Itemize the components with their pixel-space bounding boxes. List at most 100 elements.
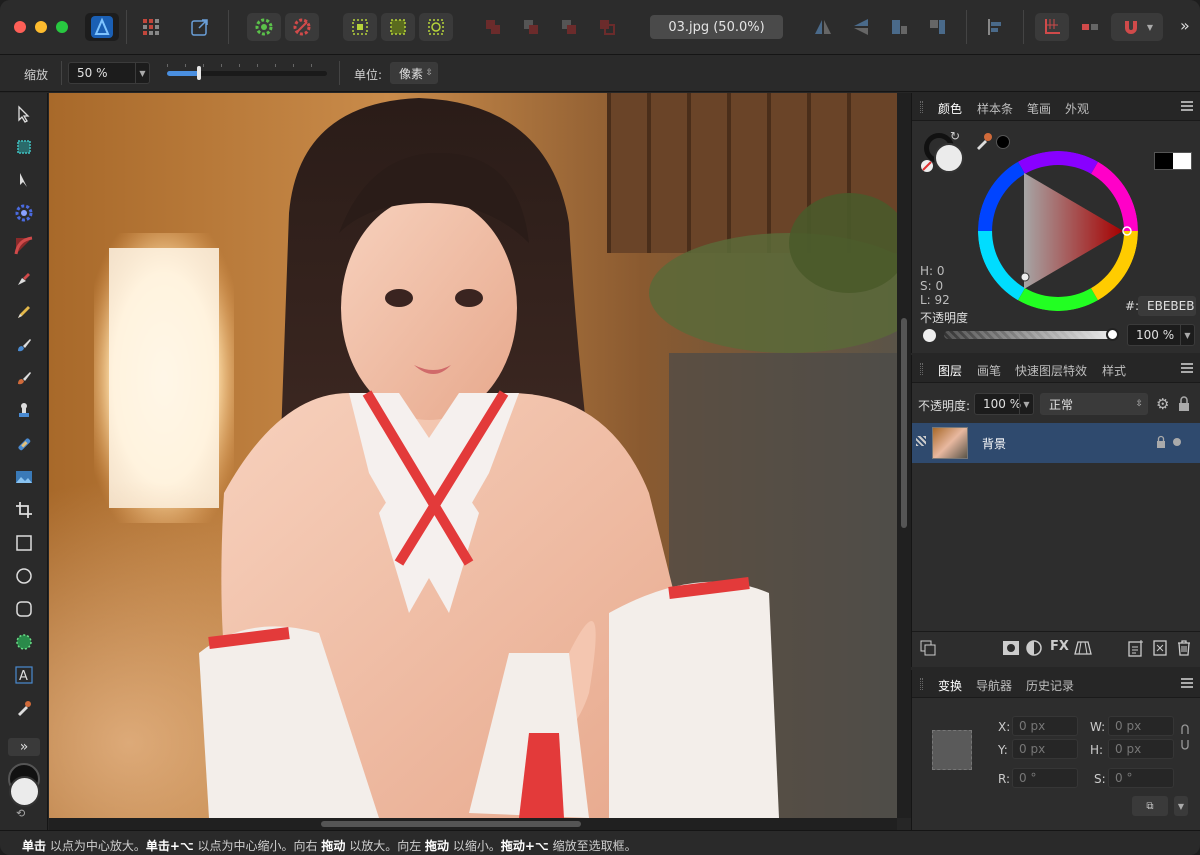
group-layer-icon[interactable] xyxy=(1152,639,1168,657)
color-picker-tool[interactable] xyxy=(10,694,38,722)
opacity-slider[interactable] xyxy=(944,331,1112,339)
mask-icon[interactable] xyxy=(1002,640,1020,656)
layer-visible-dot[interactable] xyxy=(1173,438,1181,446)
photo-persona-button[interactable] xyxy=(85,13,119,41)
opacity-slider-handle[interactable] xyxy=(1106,328,1119,341)
x-field[interactable]: 0 px xyxy=(1012,716,1078,736)
layer-name[interactable]: 背景 xyxy=(982,435,1006,452)
ellipse-tool[interactable] xyxy=(10,562,38,590)
eyedropper-icon[interactable] xyxy=(974,131,994,151)
chevron-down-icon[interactable]: ▼ xyxy=(1174,796,1188,816)
panel-menu-icon[interactable] xyxy=(1181,363,1193,373)
tab-brushes[interactable]: 画笔 xyxy=(977,362,1001,379)
retouch-tool[interactable] xyxy=(10,430,38,458)
tab-stroke[interactable]: 笔画 xyxy=(1027,100,1051,117)
chevron-down-icon[interactable]: ▼ xyxy=(135,63,149,83)
magnet-button[interactable]: ▼ xyxy=(1111,13,1163,41)
snapping-button[interactable] xyxy=(1035,13,1069,41)
image-tool[interactable] xyxy=(10,463,38,491)
minimize-window-button[interactable] xyxy=(35,21,47,33)
document-canvas[interactable] xyxy=(49,93,897,818)
swap-colors-icon[interactable]: ⟲ xyxy=(16,807,25,820)
snapping-options-button[interactable] xyxy=(1073,13,1107,41)
layer-opacity-field[interactable]: 100 % ▼ xyxy=(974,393,1034,415)
rectangle-tool[interactable] xyxy=(10,529,38,557)
select-all-button[interactable] xyxy=(343,13,377,41)
expand-tools-button[interactable]: » xyxy=(8,738,40,756)
tab-swatches[interactable]: 样本条 xyxy=(977,100,1013,117)
trash-icon[interactable] xyxy=(1176,639,1192,657)
flip-vertical-button[interactable] xyxy=(844,13,878,41)
develop-button[interactable] xyxy=(247,13,281,41)
clone-tool[interactable] xyxy=(10,397,38,425)
rotate-right-button[interactable] xyxy=(920,13,954,41)
transform-origin-button[interactable]: ⧉ xyxy=(1132,796,1168,816)
color-replacement-tool[interactable] xyxy=(10,364,38,392)
pencil-tool[interactable] xyxy=(10,298,38,326)
paint-brush-tool[interactable] xyxy=(10,331,38,359)
pen-tool[interactable] xyxy=(10,265,38,293)
tab-styles[interactable]: 样式 xyxy=(1102,362,1126,379)
selection-brush-tool[interactable] xyxy=(10,628,38,656)
layer-lock-icon[interactable] xyxy=(1156,435,1166,449)
overflow-button[interactable]: » xyxy=(1180,16,1190,35)
link-aspect-icon[interactable] xyxy=(1180,724,1190,750)
swap-icon[interactable]: ↻ xyxy=(950,129,960,143)
no-color-icon[interactable] xyxy=(920,159,934,173)
chevron-down-icon[interactable]: ▼ xyxy=(1019,394,1033,414)
artboard-tool[interactable] xyxy=(10,133,38,161)
live-filter-icon[interactable] xyxy=(1074,640,1092,656)
shear-field[interactable]: 0 ° xyxy=(1108,768,1174,788)
tab-appearance[interactable]: 外观 xyxy=(1065,100,1089,117)
zoom-field[interactable]: 50 % ▼ xyxy=(68,62,150,84)
document-title[interactable]: 03.jpg (50.0%) xyxy=(650,15,783,39)
rotation-field[interactable]: 0 ° xyxy=(1012,768,1078,788)
rounded-rectangle-tool[interactable] xyxy=(10,595,38,623)
crop-tool[interactable] xyxy=(10,496,38,524)
fx-icon[interactable]: FX xyxy=(1050,639,1069,654)
panel-menu-icon[interactable] xyxy=(1181,101,1193,111)
tab-color[interactable]: 颜色 xyxy=(938,100,962,117)
adjustment-icon[interactable] xyxy=(1026,640,1042,656)
gradient-tool[interactable] xyxy=(10,232,38,260)
node-tool[interactable] xyxy=(10,166,38,194)
export-persona-button[interactable] xyxy=(183,13,217,41)
panel-menu-icon[interactable] xyxy=(1181,678,1193,688)
tab-transform[interactable]: 变换 xyxy=(938,677,962,694)
blend-mode-select[interactable]: 正常 ⇳ xyxy=(1040,393,1148,415)
boolean-subtract-button[interactable] xyxy=(514,13,548,41)
liquify-persona-button[interactable] xyxy=(134,13,168,41)
boolean-add-button[interactable] xyxy=(476,13,510,41)
boolean-xor-button[interactable] xyxy=(590,13,624,41)
tab-navigator[interactable]: 导航器 xyxy=(976,677,1012,694)
tab-quick-fx[interactable]: 快速图层特效 xyxy=(1015,362,1087,379)
chevron-down-icon[interactable]: ▼ xyxy=(1180,325,1194,345)
close-window-button[interactable] xyxy=(14,21,26,33)
text-tool[interactable]: A xyxy=(10,661,38,689)
add-layer-icon[interactable] xyxy=(1128,639,1144,657)
panel-grip-icon[interactable] xyxy=(920,678,923,690)
tab-layers[interactable]: 图层 xyxy=(938,362,962,379)
horizontal-scroll-thumb[interactable] xyxy=(321,821,581,827)
tab-history[interactable]: 历史记录 xyxy=(1026,677,1074,694)
zoom-slider[interactable] xyxy=(167,66,327,80)
anchor-point-selector[interactable] xyxy=(932,730,972,770)
w-field[interactable]: 0 px xyxy=(1108,716,1174,736)
zoom-slider-handle[interactable] xyxy=(197,66,201,80)
boolean-intersect-button[interactable] xyxy=(552,13,586,41)
vertical-scrollbar[interactable] xyxy=(897,93,911,818)
vertical-scroll-thumb[interactable] xyxy=(901,318,907,528)
flip-horizontal-button[interactable] xyxy=(806,13,840,41)
layer-stack-icon[interactable] xyxy=(920,640,936,656)
picked-color-swatch[interactable] xyxy=(996,135,1010,149)
maximize-window-button[interactable] xyxy=(56,21,68,33)
layer-visibility-icon[interactable] xyxy=(916,436,926,446)
view-tool[interactable] xyxy=(10,199,38,227)
tone-mapping-button[interactable] xyxy=(285,13,319,41)
lock-icon[interactable] xyxy=(1178,396,1190,412)
gear-icon[interactable]: ⚙ xyxy=(1156,395,1169,413)
deselect-button[interactable] xyxy=(381,13,415,41)
h-field[interactable]: 0 px xyxy=(1108,739,1174,759)
fill-swatch[interactable] xyxy=(934,143,964,173)
horizontal-scrollbar[interactable] xyxy=(49,818,897,830)
